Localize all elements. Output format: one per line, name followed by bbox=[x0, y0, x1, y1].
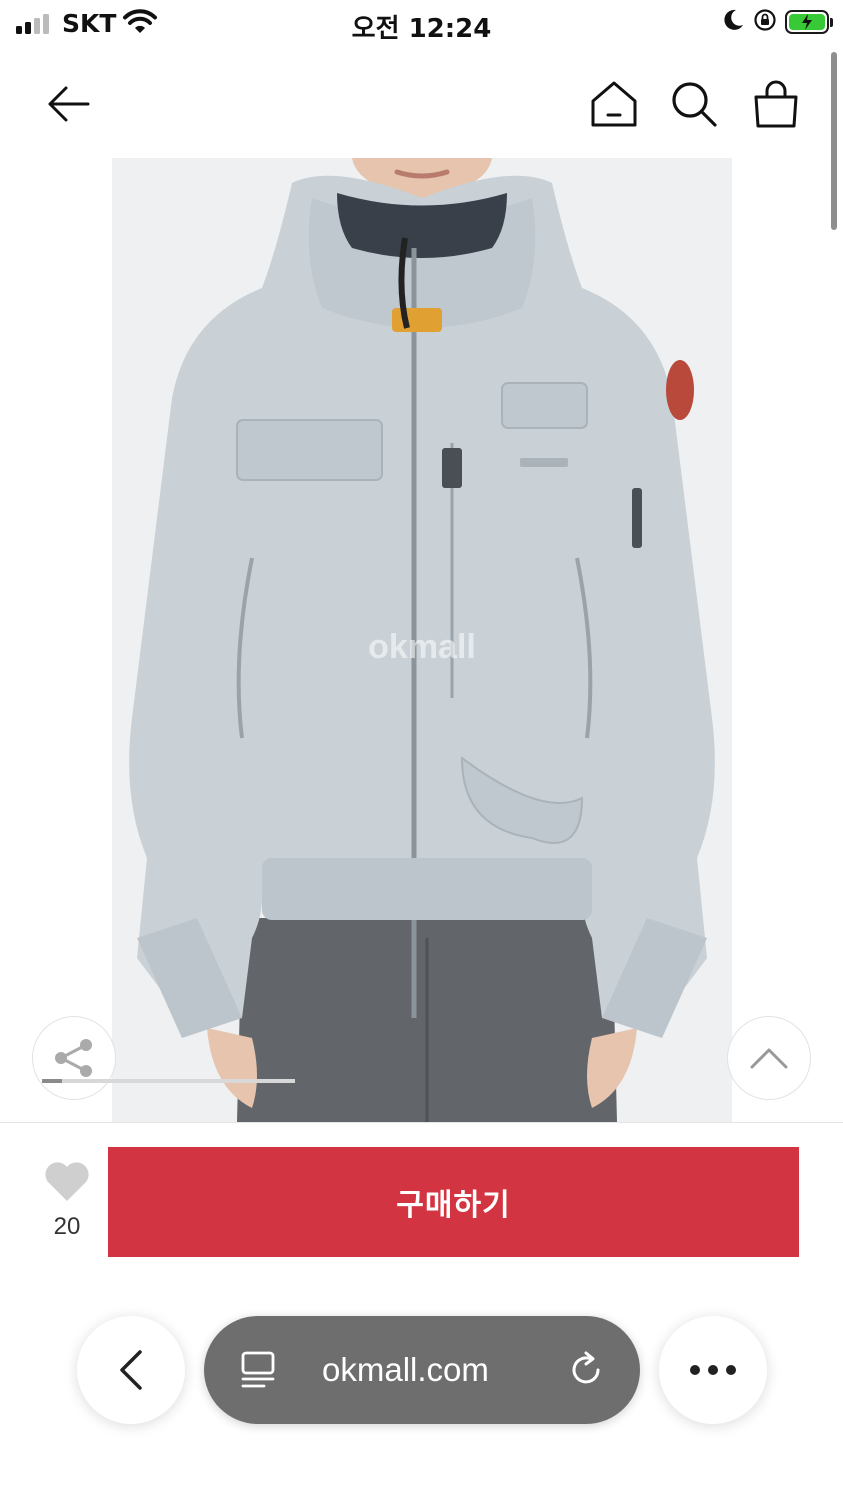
address-bar[interactable]: okmall.com bbox=[204, 1316, 640, 1424]
reload-icon[interactable] bbox=[566, 1350, 606, 1394]
share-icon bbox=[55, 1039, 92, 1077]
buy-button[interactable]: 구매하기 bbox=[108, 1147, 799, 1257]
chevron-left-icon bbox=[120, 1350, 142, 1390]
status-bar: SKT 오전 12:24 bbox=[0, 0, 843, 50]
purchase-bar: 20 구매하기 bbox=[0, 1122, 843, 1282]
back-button[interactable] bbox=[38, 74, 98, 134]
scroll-top-button[interactable] bbox=[727, 1016, 811, 1100]
more-icon bbox=[690, 1365, 736, 1375]
image-carousel-progress-fill bbox=[42, 1079, 63, 1083]
arrow-left-icon bbox=[48, 86, 90, 122]
like-button[interactable]: 20 bbox=[36, 1159, 98, 1241]
like-count: 20 bbox=[53, 1213, 81, 1240]
search-button[interactable] bbox=[664, 74, 724, 134]
watermark-text: okmall bbox=[368, 628, 476, 666]
cart-button[interactable] bbox=[746, 74, 806, 134]
more-button[interactable] bbox=[659, 1316, 767, 1424]
reader-icon[interactable] bbox=[238, 1350, 278, 1394]
image-carousel-progress bbox=[42, 1079, 295, 1083]
orientation-lock-icon bbox=[753, 8, 777, 36]
chevron-up-icon bbox=[750, 1048, 788, 1069]
jacket-photo: okmall bbox=[112, 158, 732, 1122]
battery-icon bbox=[785, 10, 833, 34]
heart-icon bbox=[45, 1162, 89, 1201]
moon-icon bbox=[721, 8, 745, 36]
home-button[interactable] bbox=[584, 74, 644, 134]
browser-back-button[interactable] bbox=[77, 1316, 185, 1424]
share-button[interactable] bbox=[32, 1016, 116, 1100]
page-scrollbar[interactable] bbox=[831, 52, 837, 230]
nav-header bbox=[0, 60, 843, 150]
shopping-bag-icon bbox=[754, 80, 798, 128]
address-url: okmall.com bbox=[322, 1351, 489, 1388]
search-icon bbox=[672, 82, 717, 127]
status-time: 오전 12:24 bbox=[351, 14, 492, 44]
product-image[interactable]: okmall bbox=[112, 158, 732, 1122]
home-icon bbox=[591, 81, 637, 127]
browser-toolbar: okmall.com bbox=[0, 1282, 843, 1500]
